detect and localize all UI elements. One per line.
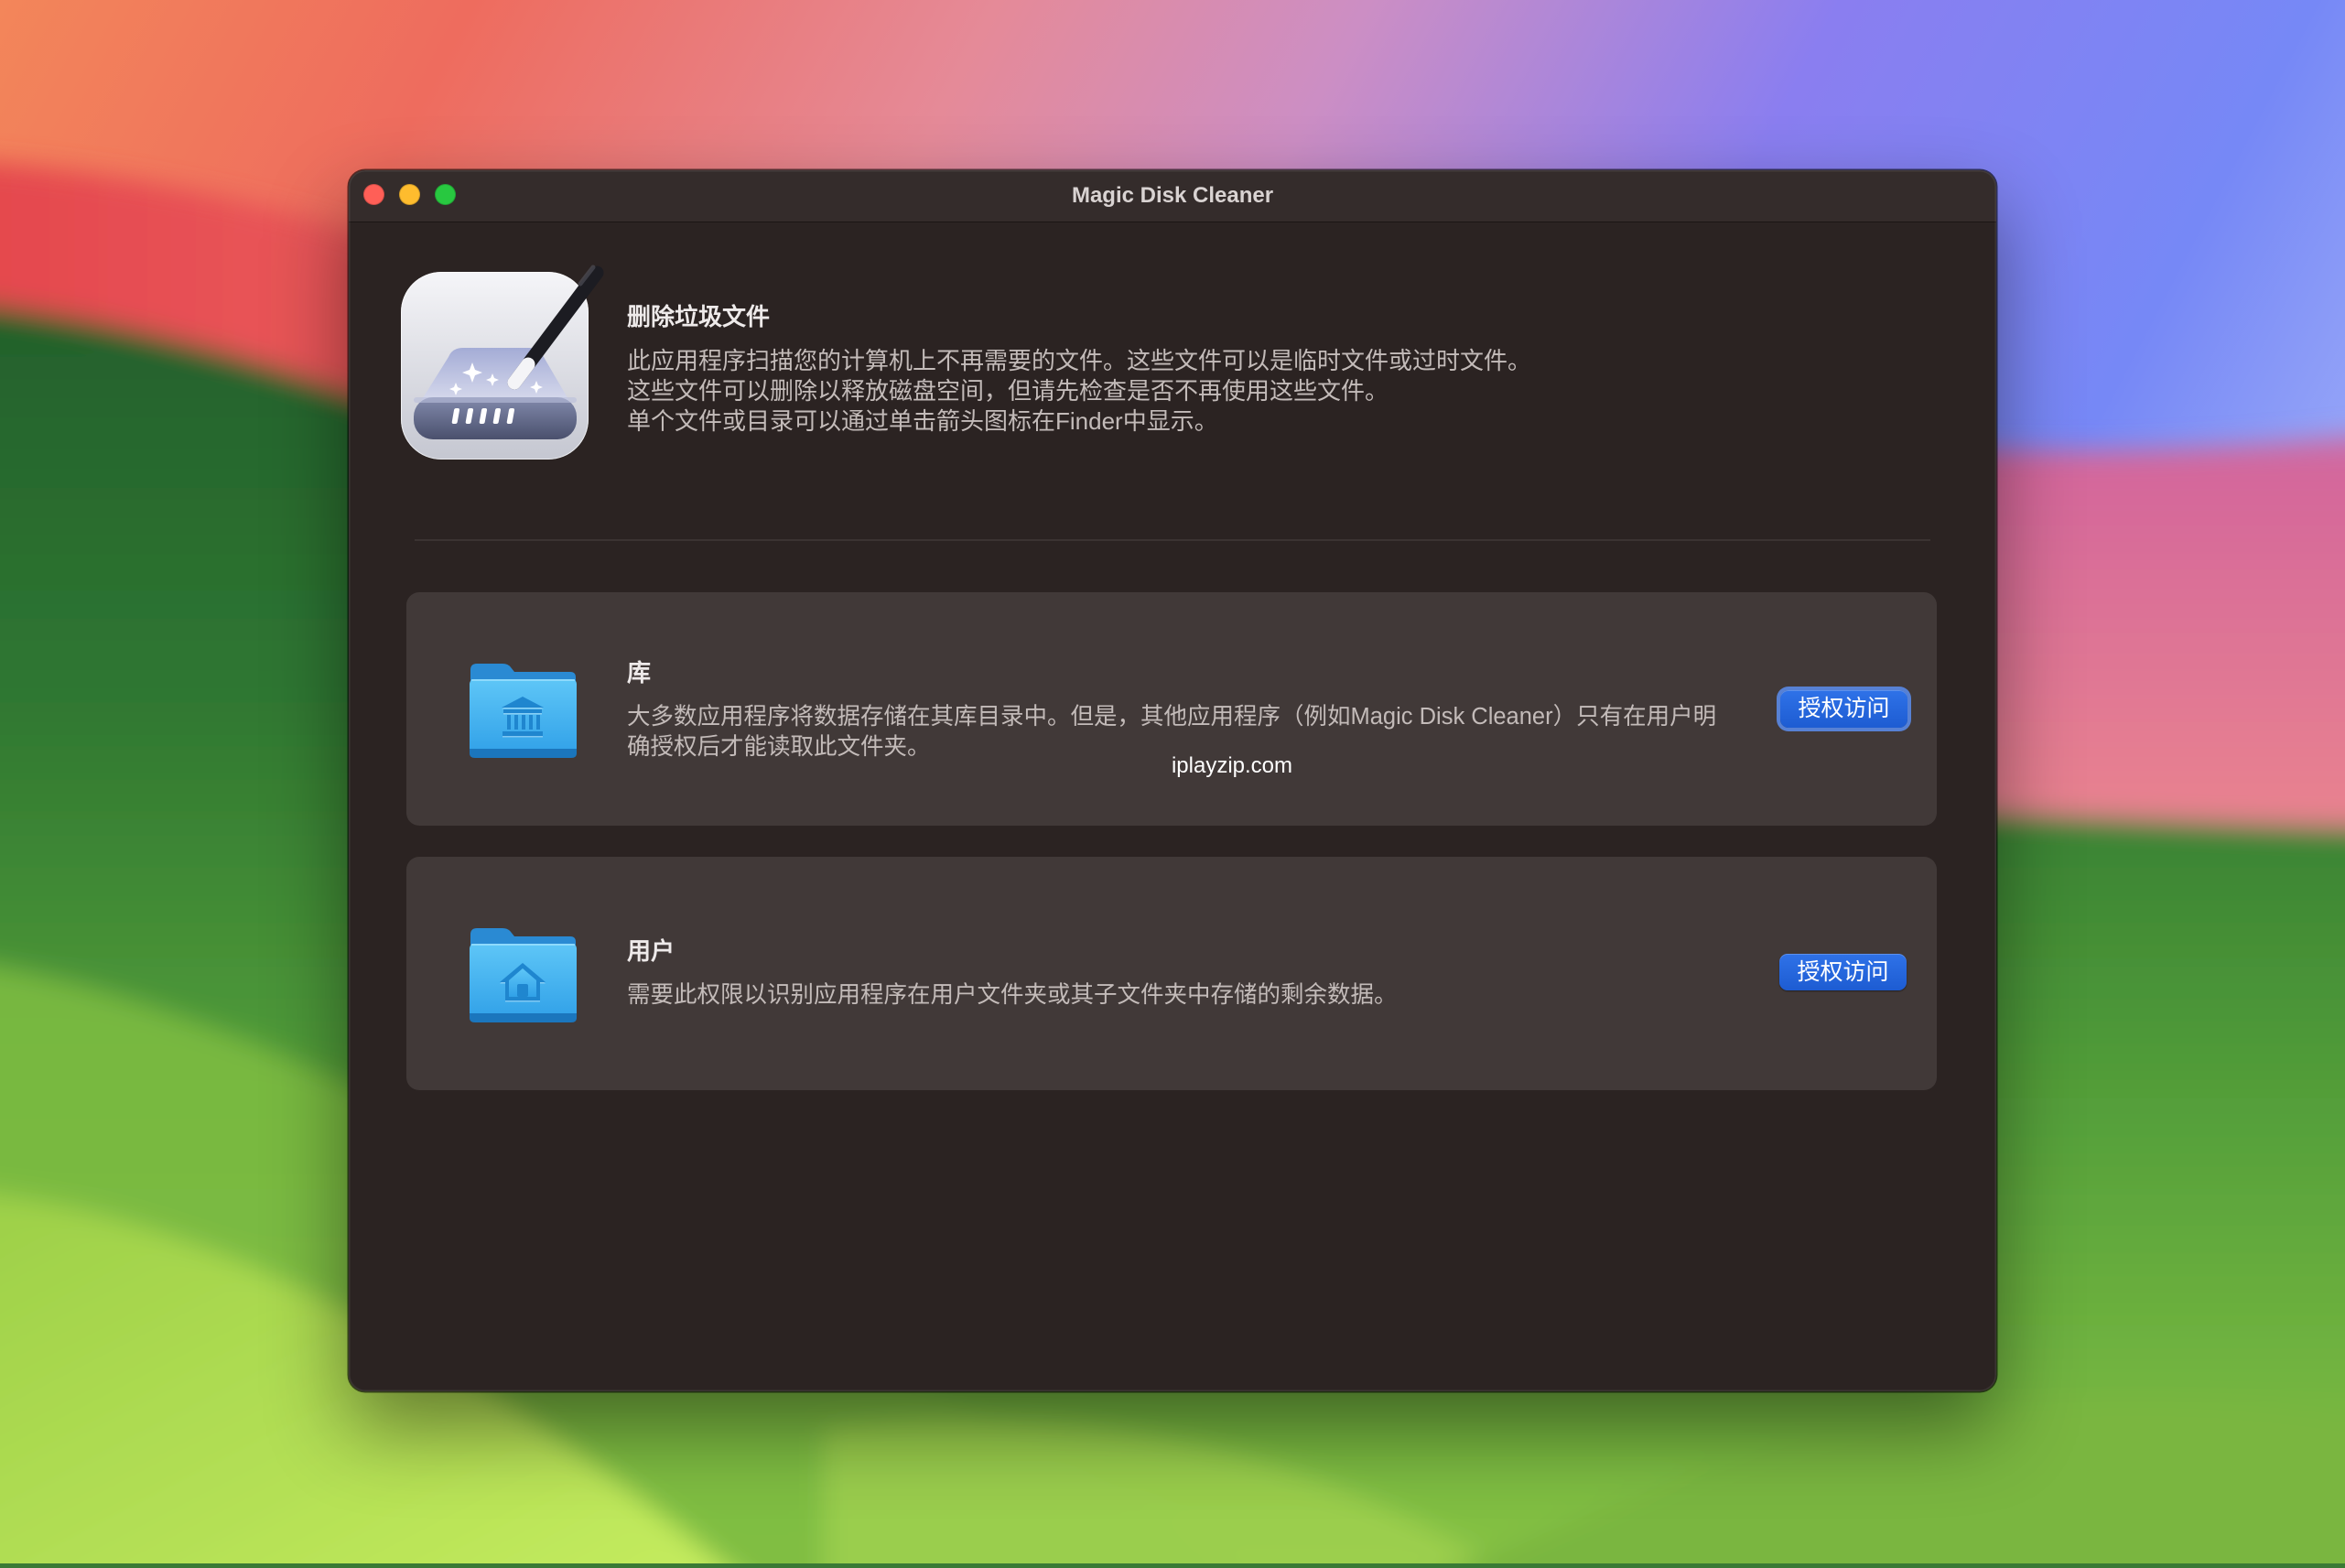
watermark-text: iplayzip.com bbox=[1171, 753, 1293, 778]
header-description: 此应用程序扫描您的计算机上不再需要的文件。这些文件可以是临时文件或过时文件。 这… bbox=[627, 346, 1531, 437]
close-icon[interactable] bbox=[363, 184, 384, 205]
zoom-icon[interactable] bbox=[435, 184, 456, 205]
window-title: Magic Disk Cleaner bbox=[1071, 183, 1274, 208]
description-line: 大多数应用程序将数据存储在其库目录中。但是，其他应用程序（例如Magic Dis… bbox=[627, 704, 1717, 730]
description-line: 单个文件或目录可以通过单击箭头图标在Finder中显示。 bbox=[627, 407, 1218, 435]
description-line: 此应用程序扫描您的计算机上不再需要的文件。这些文件可以是临时文件或过时文件。 bbox=[627, 347, 1532, 374]
user-title: 用户 bbox=[627, 937, 675, 965]
header-title: 删除垃圾文件 bbox=[627, 303, 771, 330]
minimize-icon[interactable] bbox=[399, 184, 420, 205]
user-folder-icon bbox=[468, 925, 578, 1024]
library-title: 库 bbox=[627, 659, 652, 687]
divider bbox=[415, 539, 1930, 541]
user-permission-card: 用户 需要此权限以识别应用程序在用户文件夹或其子文件夹中存储的剩余数据。 授权访… bbox=[406, 857, 1937, 1090]
description-line: 需要此权限以识别应用程序在用户文件夹或其子文件夹中存储的剩余数据。 bbox=[627, 982, 1398, 1008]
description-line: 这些文件可以删除以释放磁盘空间，但请先检查是否不再使用这些文件。 bbox=[627, 377, 1389, 405]
grant-user-access-button[interactable]: 授权访问 bbox=[1779, 954, 1907, 990]
library-folder-icon bbox=[468, 661, 578, 760]
grant-library-access-button[interactable]: 授权访问 bbox=[1780, 690, 1907, 728]
user-description: 需要此权限以识别应用程序在用户文件夹或其子文件夹中存储的剩余数据。 bbox=[627, 980, 1398, 1011]
magic-disk-cleaner-app-icon bbox=[401, 254, 621, 474]
library-permission-card: 库 大多数应用程序将数据存储在其库目录中。但是，其他应用程序（例如Magic D… bbox=[406, 592, 1937, 826]
title-bar[interactable]: Magic Disk Cleaner bbox=[349, 170, 1996, 222]
